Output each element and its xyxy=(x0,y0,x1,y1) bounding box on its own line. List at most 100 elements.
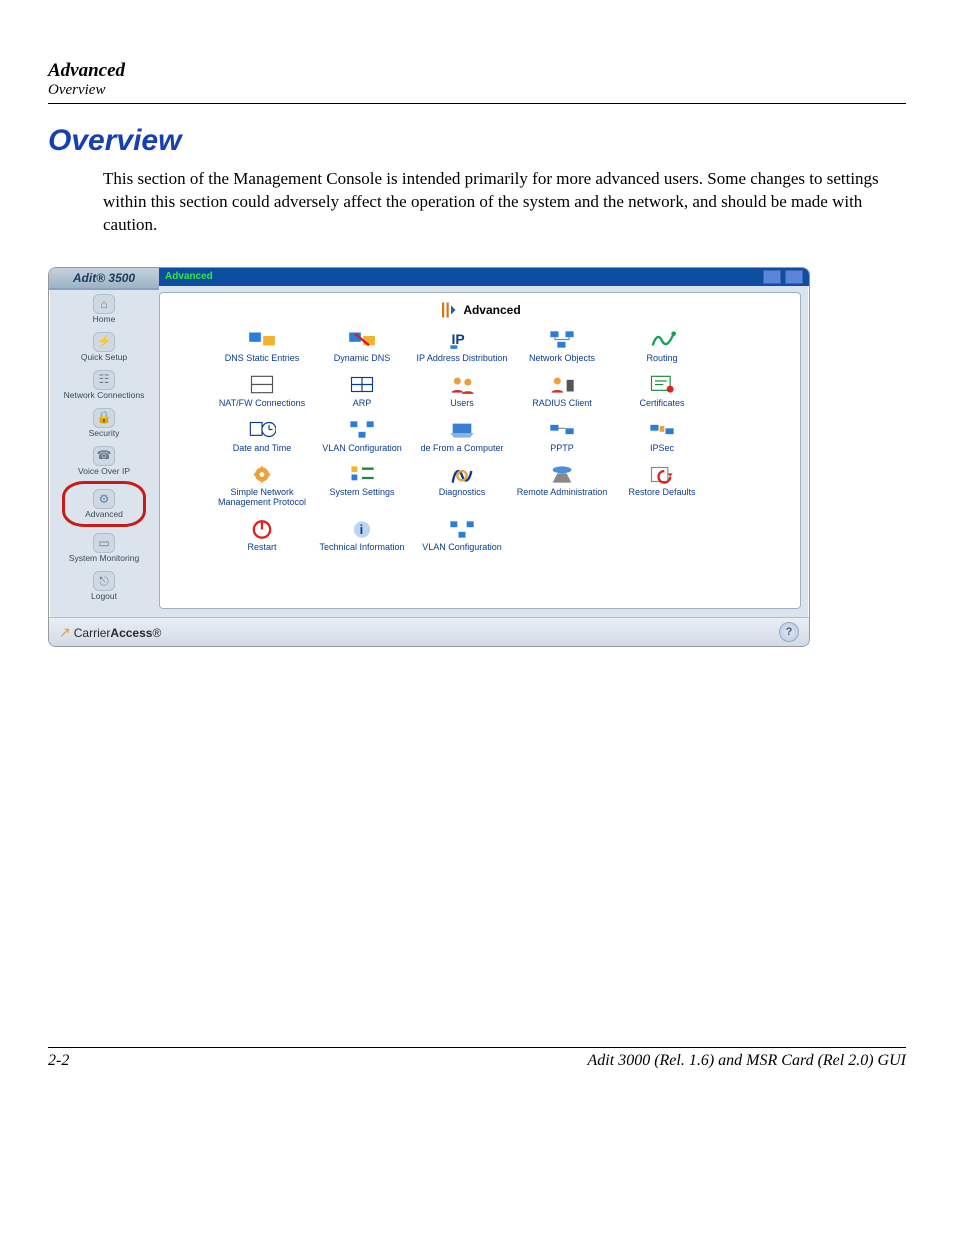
nav-logout[interactable]: ⎋ Logout xyxy=(49,567,159,605)
grid-ipsec[interactable]: IPSec xyxy=(612,419,712,454)
network-objects-icon xyxy=(548,329,576,351)
grid-label: System Settings xyxy=(312,488,412,498)
grid-routing[interactable]: Routing xyxy=(612,329,712,364)
grid-label: PPTP xyxy=(512,444,612,454)
breadcrumb-text: Advanced xyxy=(165,271,213,282)
nav-network-connections[interactable]: ☷ Network Connections xyxy=(49,366,159,404)
phone-icon: ☎ xyxy=(93,446,115,466)
svg-text:IP: IP xyxy=(452,331,465,347)
grid-network-objects[interactable]: Network Objects xyxy=(512,329,612,364)
grid-label: Routing xyxy=(612,354,712,364)
grid-label: Date and Time xyxy=(212,444,312,454)
grid-label: Diagnostics xyxy=(412,488,512,498)
brand-part-b: Access xyxy=(110,626,152,640)
nav-label: System Monitoring xyxy=(49,554,159,563)
nav-quick-setup[interactable]: ⚡ Quick Setup xyxy=(49,328,159,366)
monitor-icon: ▭ xyxy=(93,533,115,553)
grid-label: Network Objects xyxy=(512,354,612,364)
layout-icon[interactable] xyxy=(785,270,803,284)
grid-system-settings[interactable]: System Settings xyxy=(312,463,412,508)
grid-label: IP Address Distribution xyxy=(412,354,512,364)
grid-restart[interactable]: Restart xyxy=(212,518,312,553)
grid-row: DNS Static Entries Dynamic DNS IP IP Add… xyxy=(172,329,788,364)
nav-home[interactable]: ⌂ Home xyxy=(49,290,159,328)
grid-tech-info[interactable]: i Technical Information xyxy=(312,518,412,553)
grid-users[interactable]: Users xyxy=(412,374,512,409)
restart-icon xyxy=(248,518,276,540)
grid-label: VLAN Configuration xyxy=(412,543,512,553)
snmp-icon xyxy=(248,463,276,485)
breadcrumb-bar: Advanced xyxy=(159,268,809,286)
grid-remote-admin[interactable]: Remote Administration xyxy=(512,463,612,508)
grid-restore-defaults[interactable]: Restore Defaults xyxy=(612,463,712,508)
nav-label: Quick Setup xyxy=(49,353,159,362)
home-icon: ⌂ xyxy=(93,294,115,314)
clock-icon xyxy=(248,419,276,441)
device-name-tab: Adit® 3500 xyxy=(49,268,159,290)
header-title: Advanced xyxy=(48,60,906,82)
grid-certificates[interactable]: Certificates xyxy=(612,374,712,409)
section-body-text: This section of the Management Console i… xyxy=(103,168,906,237)
network-icon: ☷ xyxy=(93,370,115,390)
tools-icon: ⚙ xyxy=(93,489,115,509)
pptp-icon xyxy=(548,419,576,441)
sidebar: Adit® 3500 ⌂ Home ⚡ Quick Setup ☷ Networ… xyxy=(49,268,159,617)
dynamic-dns-icon xyxy=(348,329,376,351)
icon-grid: DNS Static Entries Dynamic DNS IP IP Add… xyxy=(172,329,788,553)
natfw-icon xyxy=(248,374,276,396)
grid-radius[interactable]: RADIUS Client xyxy=(512,374,612,409)
highlight-circle: ⚙ Advanced xyxy=(62,481,146,527)
help-button[interactable]: ? xyxy=(779,622,799,642)
nav-label: Advanced xyxy=(65,510,143,519)
grid-vlan-config[interactable]: VLAN Configuration xyxy=(312,419,412,454)
grid-label: Restore Defaults xyxy=(612,488,712,498)
dns-static-icon xyxy=(248,329,276,351)
grid-label: Restart xyxy=(212,543,312,553)
grid-row: Date and Time VLAN Configuration de From… xyxy=(172,419,788,454)
grid-label: Technical Information xyxy=(312,543,412,553)
grid-natfw[interactable]: NAT/FW Connections xyxy=(212,374,312,409)
brand-logo: ↗CarrierAccess® xyxy=(59,624,161,641)
grid-ip-distribution[interactable]: IP IP Address Distribution xyxy=(412,329,512,364)
advanced-icon xyxy=(439,301,457,319)
vlan-icon xyxy=(448,518,476,540)
grid-label: Users xyxy=(412,399,512,409)
grid-label: DNS Static Entries xyxy=(212,354,312,364)
nav-security[interactable]: 🔒 Security xyxy=(49,404,159,442)
grid-pptp[interactable]: PPTP xyxy=(512,419,612,454)
grid-from-computer[interactable]: de From a Computer xyxy=(412,419,512,454)
users-icon xyxy=(448,374,476,396)
info-icon: i xyxy=(348,518,376,540)
grid-snmp[interactable]: Simple Network Management Protocol xyxy=(212,463,312,508)
nav-label: Security xyxy=(49,429,159,438)
grid-vlan-config-2[interactable]: VLAN Configuration xyxy=(412,518,512,553)
ipsec-icon xyxy=(648,419,676,441)
grid-label: Remote Administration xyxy=(512,488,612,498)
doc-title-footer: Adit 3000 (Rel. 1.6) and MSR Card (Rel 2… xyxy=(588,1052,906,1070)
grid-datetime[interactable]: Date and Time xyxy=(212,419,312,454)
svg-text:i: i xyxy=(360,522,364,537)
nav-system-monitoring[interactable]: ▭ System Monitoring xyxy=(49,529,159,567)
nav-voip[interactable]: ☎ Voice Over IP xyxy=(49,442,159,480)
bolt-icon: ⚡ xyxy=(93,332,115,352)
page-number: 2-2 xyxy=(48,1052,69,1070)
grid-arp[interactable]: ARP xyxy=(312,374,412,409)
panel-title: Advanced xyxy=(172,301,788,319)
grid-diagnostics[interactable]: Diagnostics xyxy=(412,463,512,508)
grid-dns-static[interactable]: DNS Static Entries xyxy=(212,329,312,364)
app-footer: ↗CarrierAccess® ? xyxy=(49,617,809,646)
content-panel: Advanced DNS Static Entries Dynamic DNS xyxy=(159,292,801,609)
nav-label: Logout xyxy=(49,592,159,601)
grid-label: VLAN Configuration xyxy=(312,444,412,454)
grid-row: NAT/FW Connections ARP Users xyxy=(172,374,788,409)
sitemap-icon[interactable] xyxy=(763,270,781,284)
grid-row: Simple Network Management Protocol Syste… xyxy=(172,463,788,508)
nav-label: Home xyxy=(49,315,159,324)
nav-label: Network Connections xyxy=(49,391,159,400)
grid-dynamic-dns[interactable]: Dynamic DNS xyxy=(312,329,412,364)
nav-advanced[interactable]: ⚙ Advanced xyxy=(65,485,143,523)
vlan-icon xyxy=(348,419,376,441)
radius-icon xyxy=(548,374,576,396)
computer-icon xyxy=(448,419,476,441)
grid-label: Certificates xyxy=(612,399,712,409)
